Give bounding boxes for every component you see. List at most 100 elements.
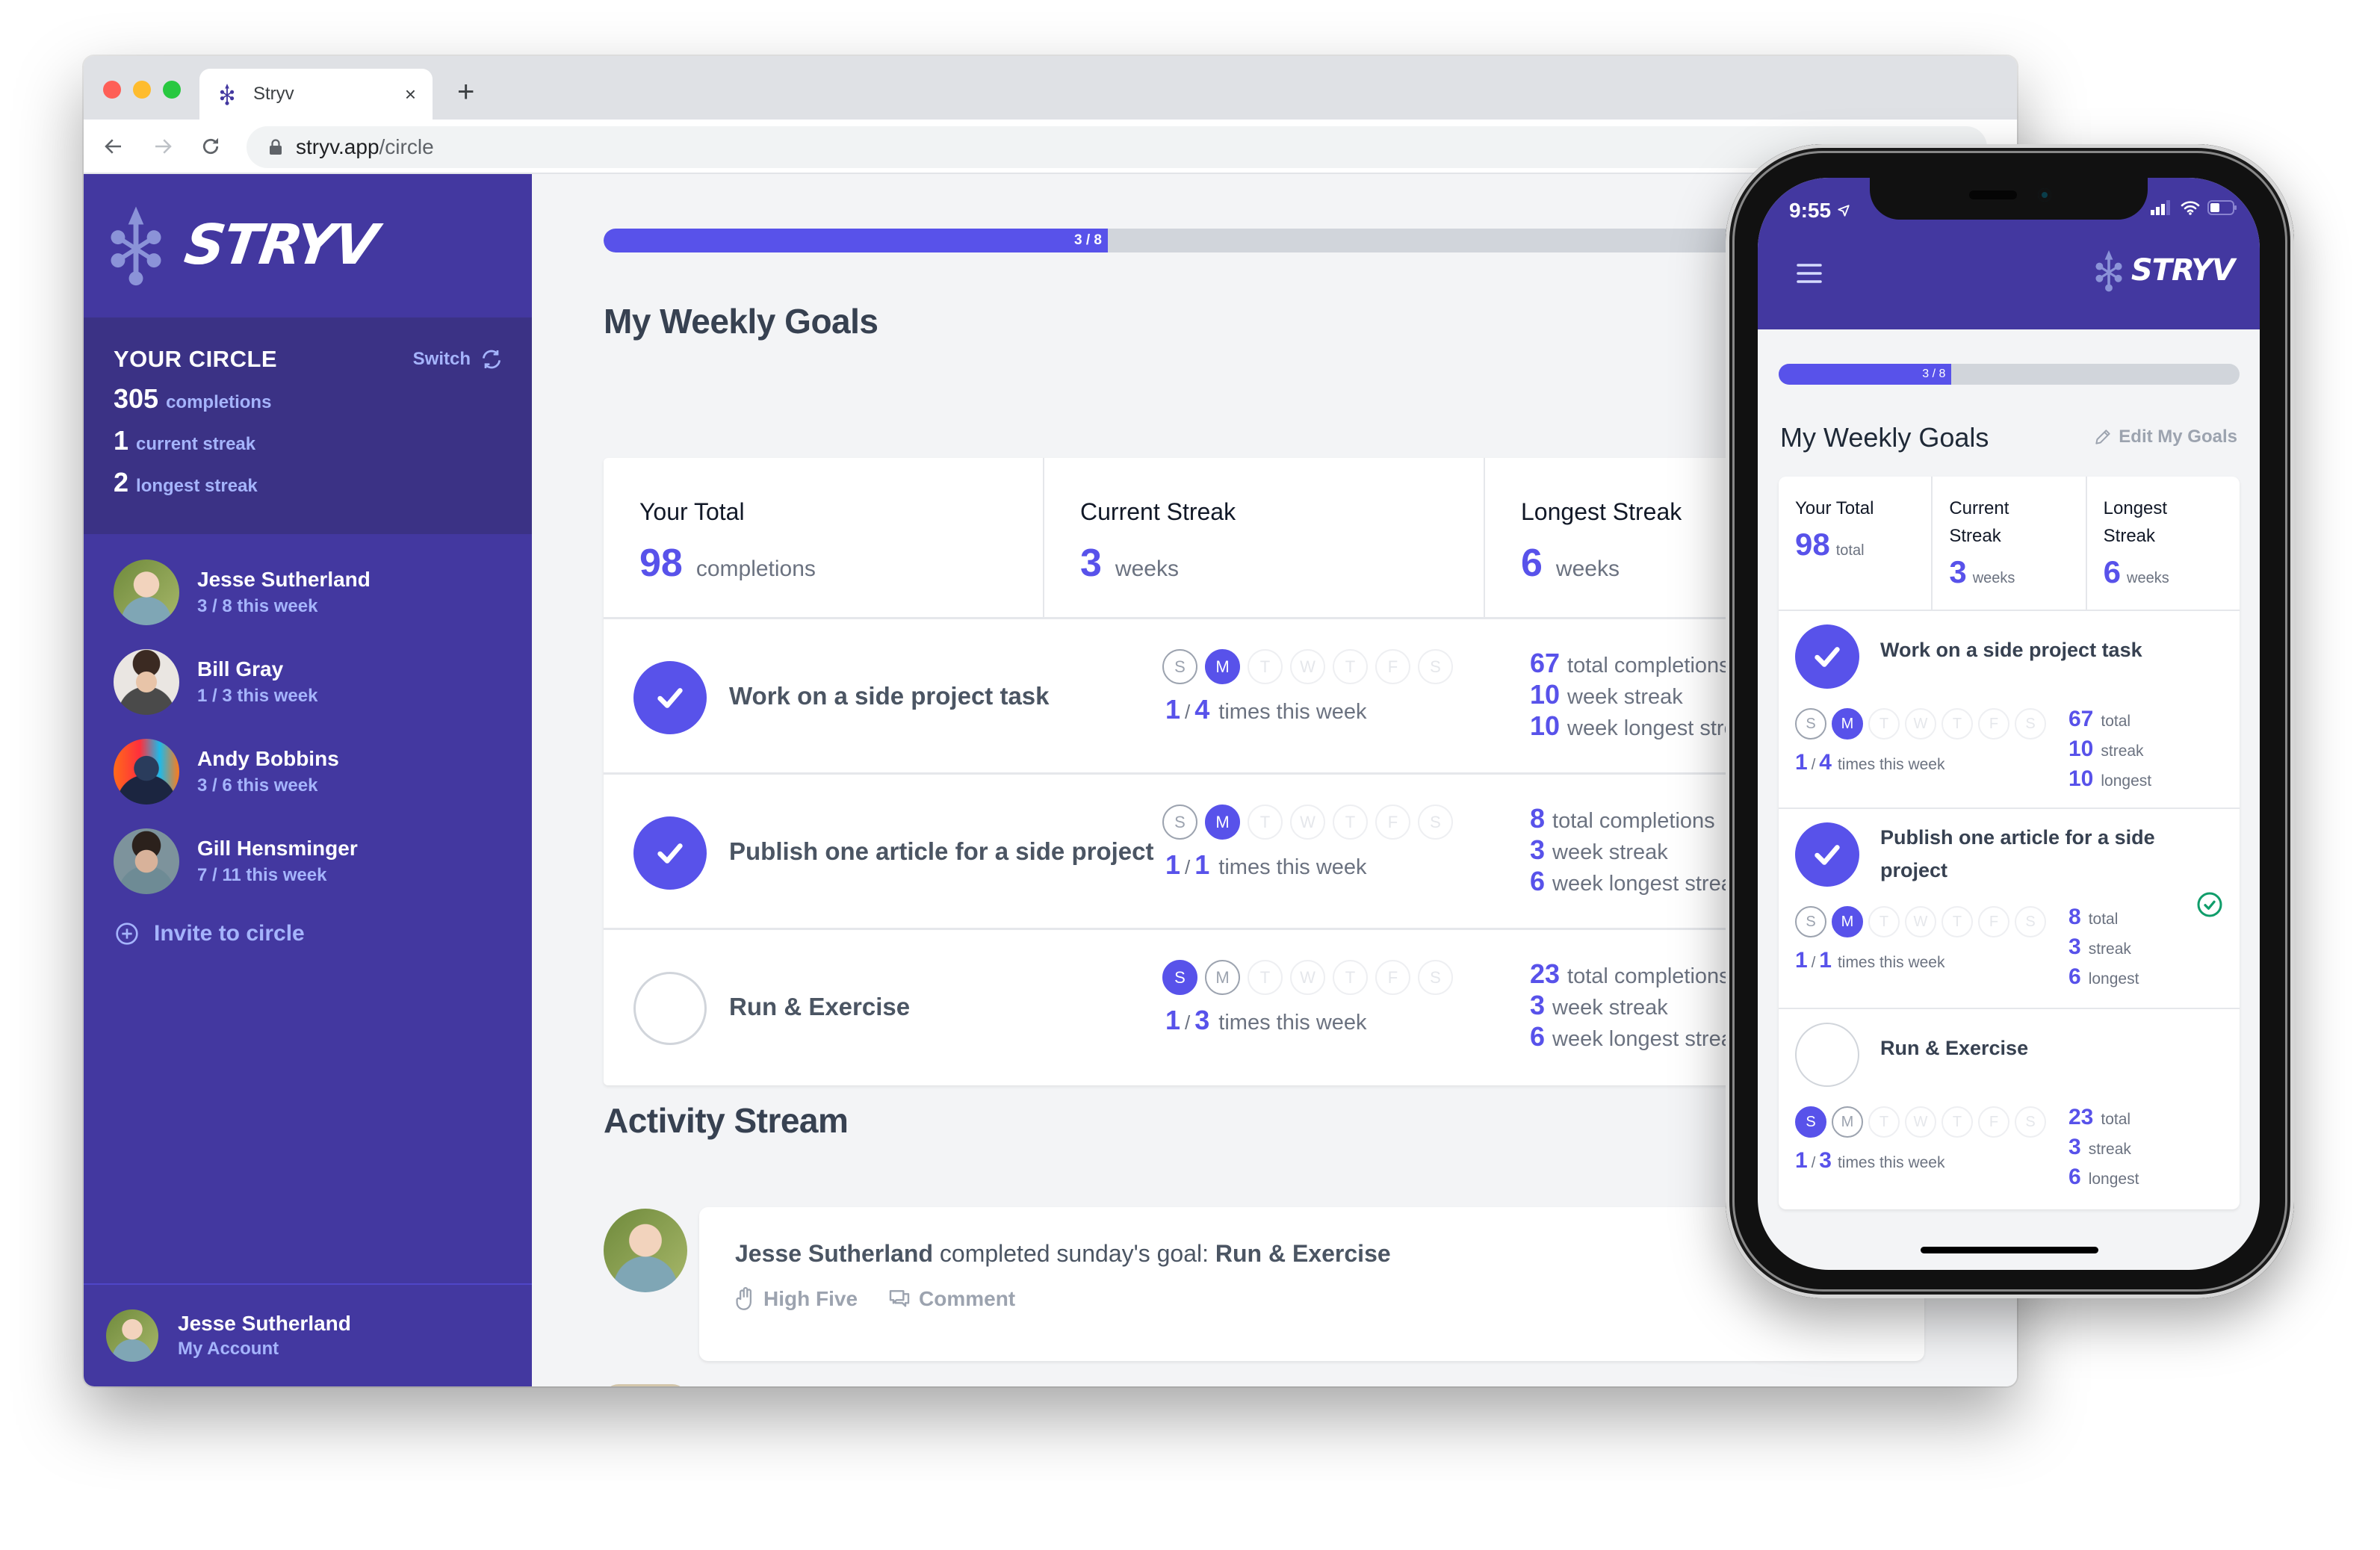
stat-value: 1 [114,425,129,456]
member-item[interactable]: Jesse Sutherland 3 / 8 this week [114,548,532,637]
day-toggle[interactable]: S [1418,960,1453,995]
day-toggle[interactable]: M [1205,649,1240,684]
account-menu[interactable]: Jesse Sutherland My Account [84,1283,532,1386]
goal-complete-toggle[interactable] [633,816,707,890]
weekday-tracker: SMTWTFS [1162,960,1453,995]
day-toggle[interactable]: M [1832,708,1863,740]
day-toggle[interactable]: S [2015,906,2046,937]
goal-stat: 23 total completions [1530,958,1744,990]
circle-stat-completions: 305 completions [114,383,502,415]
day-toggle[interactable]: S [1795,906,1826,937]
comment-button[interactable]: Comment [887,1287,1015,1311]
day-toggle[interactable]: T [1942,708,1973,740]
day-toggle[interactable]: S [2015,1106,2046,1138]
arrow-right-icon[interactable] [149,133,176,160]
maximize-window-button[interactable] [163,81,181,99]
day-toggle[interactable]: W [1905,1106,1936,1138]
weekly-count: 1/1 times this week [1165,849,1367,881]
url-host: stryv.app [296,135,379,158]
day-toggle[interactable]: F [1375,649,1410,684]
minimize-window-button[interactable] [133,81,151,99]
stat-label: Current Streak [1949,498,2009,546]
day-toggle[interactable]: S [1418,805,1453,840]
address-bar[interactable]: stryv.app/circle [247,126,1987,168]
day-toggle[interactable]: T [1333,805,1368,840]
goal-stat-label: week longest streak [1552,1027,1744,1051]
high-five-button[interactable]: High Five [735,1287,858,1311]
member-item[interactable]: Andy Bobbins 3 / 6 this week [114,727,532,816]
hamburger-menu-icon[interactable] [1797,262,1822,288]
status-time-text: 9:55 [1789,199,1832,222]
day-toggle[interactable]: T [1868,1106,1900,1138]
member-name: Andy Bobbins [197,747,339,770]
reload-icon[interactable] [197,133,224,160]
goal-stat: 8 total completions [1530,803,1744,834]
day-toggle[interactable]: F [1978,708,2009,740]
goal-title[interactable]: Publish one article for a side project [1880,821,2224,887]
day-toggle[interactable]: F [1978,906,2009,937]
weekly-count: 1/3 times this week [1165,1005,1367,1036]
day-toggle[interactable]: S [1795,1106,1826,1138]
day-toggle[interactable]: W [1905,708,1936,740]
goal-incomplete-toggle[interactable] [1795,1023,1859,1087]
stryv-logo[interactable]: STRYV [106,204,380,286]
day-toggle[interactable]: S [1418,649,1453,684]
day-toggle[interactable]: F [1978,1106,2009,1138]
goal-complete-toggle[interactable] [1795,822,1859,887]
edit-my-goals-button[interactable]: Edit My Goals [2093,427,2237,447]
stat-value: 98 [639,542,683,585]
goal-title[interactable]: Work on a side project task [729,682,1050,710]
close-tab-icon[interactable]: × [405,83,416,106]
day-toggle[interactable]: W [1290,805,1325,840]
tab-stryv[interactable]: Stryv × [199,69,433,120]
day-toggle[interactable]: W [1290,960,1325,995]
day-toggle[interactable]: T [1942,906,1973,937]
day-toggle[interactable]: F [1375,960,1410,995]
circle-stat-longest-streak: 2 longest streak [114,467,502,498]
member-item[interactable]: Gill Hensminger 7 / 11 this week [114,816,532,906]
day-toggle[interactable]: M [1832,906,1863,937]
invite-to-circle-button[interactable]: Invite to circle [115,921,305,946]
stryv-mark-icon [2095,248,2122,293]
goal-complete-toggle[interactable] [633,661,707,734]
goal-title[interactable]: Run & Exercise [729,993,910,1021]
day-toggle[interactable]: T [1868,708,1900,740]
times-label: times this week [1218,1011,1367,1035]
mobile-stryv-logo[interactable]: STRYV [2095,248,2235,293]
day-toggle[interactable]: M [1205,960,1240,995]
day-toggle[interactable]: S [1795,708,1826,740]
day-toggle[interactable]: F [1375,805,1410,840]
close-window-button[interactable] [103,81,121,99]
new-tab-button[interactable]: + [457,77,474,107]
day-toggle[interactable]: W [1905,906,1936,937]
day-toggle[interactable]: S [1162,805,1197,840]
day-toggle[interactable]: T [1942,1106,1973,1138]
account-name: Jesse Sutherland [178,1312,351,1335]
member-item[interactable]: Bill Gray 1 / 3 this week [114,637,532,727]
goal-complete-toggle[interactable] [1795,624,1859,689]
goal-title[interactable]: Run & Exercise [1880,1032,2224,1064]
day-toggle[interactable]: S [2015,708,2046,740]
goal-stat: 6 week longest streak [1530,1021,1744,1053]
activity-actor[interactable]: Jesse Sutherland [735,1240,933,1267]
day-toggle[interactable]: M [1205,805,1240,840]
my-account-link[interactable]: My Account [178,1339,351,1360]
activity-avatar[interactable] [604,1209,687,1292]
activity-goal[interactable]: Run & Exercise [1215,1240,1391,1267]
day-toggle[interactable]: T [1248,805,1283,840]
day-toggle[interactable]: T [1248,960,1283,995]
stat-current-streak: Current Streak 3 weeks [1044,458,1485,617]
day-toggle[interactable]: T [1248,649,1283,684]
goal-title[interactable]: Publish one article for a side project [729,837,1153,866]
switch-circle-button[interactable]: Switch [413,347,503,371]
arrow-left-icon[interactable] [100,133,127,160]
day-toggle[interactable]: W [1290,649,1325,684]
day-toggle[interactable]: T [1333,649,1368,684]
day-toggle[interactable]: T [1868,906,1900,937]
day-toggle[interactable]: T [1333,960,1368,995]
day-toggle[interactable]: S [1162,960,1197,995]
day-toggle[interactable]: S [1162,649,1197,684]
goal-title[interactable]: Work on a side project task [1880,633,2224,666]
goal-incomplete-toggle[interactable] [633,972,707,1045]
day-toggle[interactable]: M [1832,1106,1863,1138]
